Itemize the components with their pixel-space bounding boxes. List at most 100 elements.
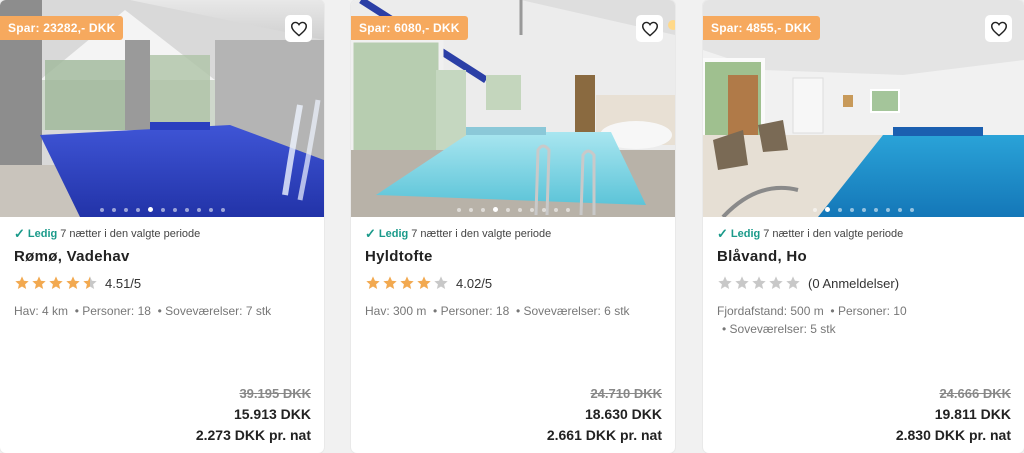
availability-text: 7 nætter i den valgte periode — [60, 228, 201, 240]
favorite-button[interactable] — [985, 15, 1012, 42]
new-price: 18.630 DKK — [584, 406, 662, 422]
carousel-dot[interactable] — [553, 207, 558, 212]
carousel-dot[interactable] — [825, 207, 830, 212]
checkmark-icon: ✓ — [717, 226, 728, 241]
star-icon — [752, 276, 766, 289]
star-icon — [400, 276, 414, 289]
price-per-night: 2.273 DKK pr. nat — [195, 427, 311, 443]
carousel-dot[interactable] — [147, 207, 153, 212]
star-icon — [434, 276, 448, 289]
listing-card[interactable]: Spar: 23282,- DKK ✓ Ledig 7 nætter i den… — [0, 0, 324, 453]
carousel-dot[interactable] — [492, 207, 498, 212]
listing-card[interactable]: Spar: 6080,- DKK ✓ Ledig 7 nætter i den … — [351, 0, 675, 453]
rating-stars — [365, 275, 450, 291]
availability-status: Ledig — [378, 228, 409, 240]
carousel-dots[interactable] — [0, 207, 324, 212]
fact-item: Hav: 4 km — [14, 304, 69, 318]
carousel-dot[interactable] — [898, 207, 902, 212]
carousel-dot[interactable] — [456, 207, 461, 212]
carousel-dot[interactable] — [910, 207, 914, 212]
price-block: 24.710 DKK 18.630 DKK 2.661 DKK pr. nat — [547, 386, 662, 443]
listing-photo[interactable]: Spar: 23282,- DKK — [0, 0, 324, 217]
carousel-dot[interactable] — [850, 207, 854, 212]
listing-photo[interactable]: Spar: 4855,- DKK — [703, 0, 1024, 217]
old-price: 39.195 DKK — [239, 386, 311, 401]
carousel-dot[interactable] — [517, 207, 522, 212]
star-icon — [66, 276, 80, 289]
carousel-dot[interactable] — [160, 207, 165, 212]
heart-icon — [641, 21, 658, 37]
listing-title[interactable]: Hyldtofte — [365, 248, 661, 265]
checkmark-icon: ✓ — [14, 226, 25, 241]
carousel-dot[interactable] — [529, 207, 534, 212]
star-icon — [49, 276, 63, 289]
availability: ✓ Ledig 7 nætter i den valgte periode — [365, 226, 661, 242]
carousel-dot[interactable] — [838, 207, 842, 212]
carousel-dot[interactable] — [886, 207, 890, 212]
carousel-dot[interactable] — [220, 207, 225, 212]
availability-status: Ledig — [730, 228, 761, 240]
fact-item: • Personer: 10 — [830, 304, 907, 318]
fact-item: • Personer: 18 — [433, 304, 510, 318]
carousel-dot[interactable] — [172, 207, 177, 212]
savings-badge: Spar: 6080,- DKK — [351, 16, 468, 40]
carousel-dot[interactable] — [480, 207, 485, 212]
carousel-dot[interactable] — [468, 207, 473, 212]
carousel-dot[interactable] — [111, 207, 116, 212]
carousel-dot[interactable] — [184, 207, 189, 212]
carousel-dots[interactable] — [703, 207, 1024, 212]
listing-photo[interactable]: Spar: 6080,- DKK — [351, 0, 675, 217]
old-price: 24.666 DKK — [939, 386, 1011, 401]
availability-status: Ledig — [27, 228, 58, 240]
old-price: 24.710 DKK — [590, 386, 662, 401]
carousel-dots[interactable] — [351, 207, 675, 212]
carousel-dot[interactable] — [874, 207, 878, 212]
rating: 4.02/5 — [365, 275, 661, 291]
carousel-dot[interactable] — [99, 207, 104, 212]
carousel-dot[interactable] — [862, 207, 866, 212]
carousel-dot[interactable] — [208, 207, 213, 212]
star-icon — [786, 276, 800, 289]
price-per-night: 2.661 DKK pr. nat — [546, 427, 662, 443]
new-price: 19.811 DKK — [934, 406, 1011, 422]
star-icon — [83, 276, 97, 289]
listing-title[interactable]: Blåvand, Ho — [717, 248, 1010, 265]
carousel-dot[interactable] — [196, 207, 201, 212]
new-price: 15.913 DKK — [233, 406, 311, 422]
star-icon — [769, 276, 783, 289]
listing-card[interactable]: Spar: 4855,- DKK ✓ Ledig 7 nætter i den … — [703, 0, 1024, 453]
listing-grid: Spar: 23282,- DKK ✓ Ledig 7 nætter i den… — [0, 0, 1024, 453]
listing-facts: Hav: 300 m • Personer: 18 • Soveværelser… — [365, 302, 661, 320]
rating-stars — [717, 275, 802, 291]
star-icon — [15, 276, 29, 289]
rating-text: (0 Anmeldelser) — [808, 275, 900, 291]
star-icon — [718, 276, 732, 289]
savings-badge: Spar: 23282,- DKK — [0, 16, 124, 40]
carousel-dot[interactable] — [813, 207, 817, 212]
listing-title[interactable]: Rømø, Vadehav — [14, 248, 310, 265]
star-icon — [366, 276, 380, 289]
fact-item: • Soveværelser: 5 stk — [722, 322, 836, 336]
carousel-dot[interactable] — [505, 207, 510, 212]
checkmark-icon: ✓ — [365, 226, 376, 241]
carousel-dot[interactable] — [135, 207, 140, 212]
carousel-dot[interactable] — [123, 207, 128, 212]
star-icon — [417, 276, 431, 289]
star-icon — [32, 276, 46, 289]
favorite-button[interactable] — [636, 15, 663, 42]
availability-text: 7 nætter i den valgte periode — [411, 228, 552, 240]
favorite-button[interactable] — [285, 15, 312, 42]
heart-icon — [990, 21, 1007, 37]
heart-icon — [290, 21, 307, 37]
fact-item: • Soveværelser: 7 stk — [157, 304, 272, 318]
fact-item: Hav: 300 m — [365, 304, 427, 318]
rating: 4.51/5 — [14, 275, 310, 291]
availability: ✓ Ledig 7 nætter i den valgte periode — [717, 226, 1010, 242]
rating-text: 4.02/5 — [456, 275, 493, 291]
fact-item: Fjordafstand: 500 m — [717, 304, 824, 318]
price-block: 24.666 DKK 19.811 DKK 2.830 DKK pr. nat — [896, 386, 1011, 443]
rating-stars — [14, 275, 99, 291]
fact-item: • Soveværelser: 6 stk — [515, 304, 630, 318]
carousel-dot[interactable] — [541, 207, 546, 212]
carousel-dot[interactable] — [565, 207, 570, 212]
